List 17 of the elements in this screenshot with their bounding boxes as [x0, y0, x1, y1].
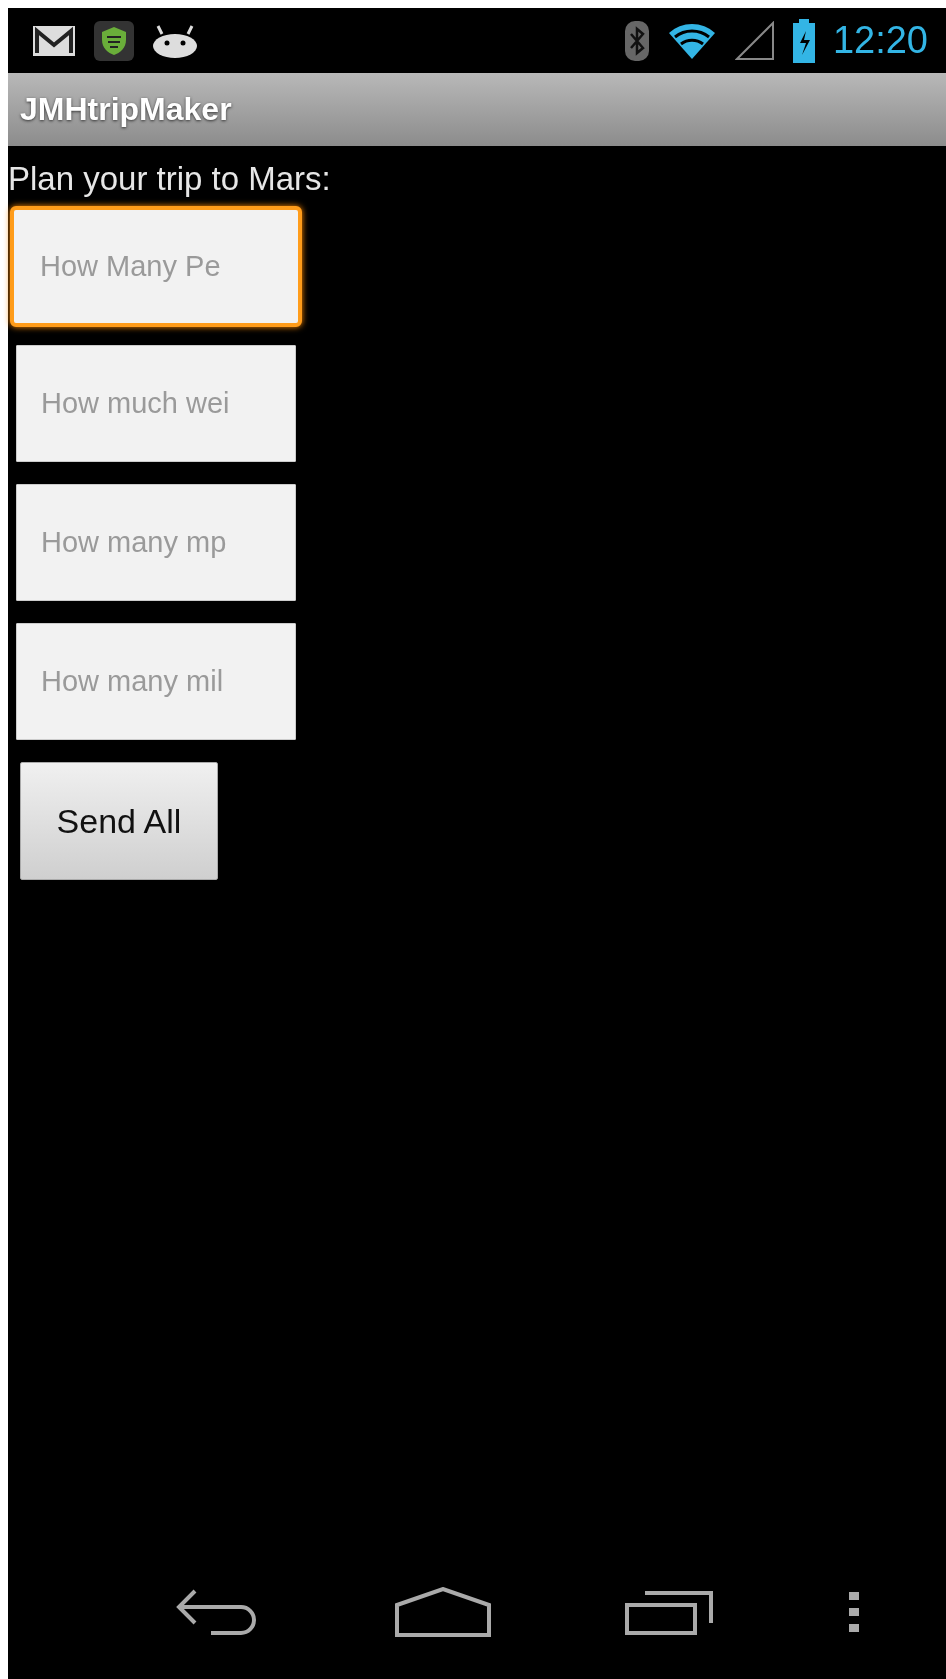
shield-icon [94, 20, 134, 61]
recent-apps-icon[interactable] [625, 1588, 715, 1635]
input-field[interactable]: How Many Pe [10, 206, 302, 327]
input-field[interactable]: How many mil [16, 623, 296, 740]
app-title: JMHtripMaker [20, 91, 232, 128]
clock-time: 12:20 [832, 19, 928, 62]
input-field[interactable]: How many mp [16, 484, 296, 601]
home-icon[interactable] [395, 1586, 491, 1637]
mail-icon [32, 24, 76, 57]
bluetooth-icon [624, 20, 649, 61]
battery-icon [792, 18, 815, 63]
menu-icon[interactable] [849, 1591, 859, 1632]
android-icon [152, 23, 198, 58]
send-all-button[interactable]: Send All [20, 762, 218, 880]
prompt-label: Plan your trip to Mars: [8, 160, 331, 198]
input-field[interactable]: How much wei [16, 345, 296, 462]
signal-icon [734, 20, 775, 61]
